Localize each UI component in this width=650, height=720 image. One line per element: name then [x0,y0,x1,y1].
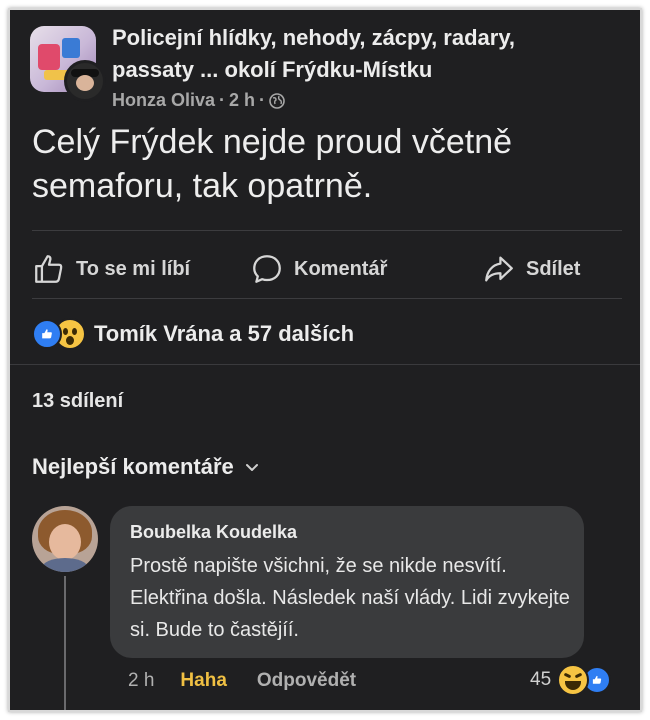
section-divider [10,364,640,365]
post-time[interactable]: 2 h [229,90,255,111]
divider [32,298,622,299]
comment-label: Komentář [294,257,388,280]
like-label: To se mi líbí [76,257,191,280]
author-name[interactable]: Honza Oliva [112,90,215,111]
post-text: Celý Frýdek nejde proud včetně semaforu,… [32,123,513,205]
comment-reaction-count: 45 [530,669,552,690]
comment-avatar[interactable] [32,506,98,572]
comment-actions: 2 h Haha Odpovědět [128,670,356,692]
globe-icon [269,92,285,109]
comment-author[interactable]: Boubelka Koudelka [130,522,297,543]
comment-reply-button[interactable]: Odpovědět [257,670,356,692]
haha-reaction-icon [557,664,590,696]
comments-sort-toggle[interactable]: Nejlepší komentáře [32,454,260,480]
meta-separator: · [219,90,226,110]
comments-sort-label: Nejlepší komentáře [32,454,234,479]
chevron-down-icon [245,464,258,471]
comment-reactions[interactable]: 45 [530,664,612,696]
comment-icon [253,255,281,283]
post-card: Policejní hlídky, nehody, zácpy, radary,… [8,8,642,712]
comment-time[interactable]: 2 h [128,670,154,692]
thread-line [64,576,66,710]
share-button[interactable]: Sdílet [482,240,580,298]
comment-text: Prostě napište všichni, že se nikde nesv… [130,555,570,641]
like-reaction-icon [32,319,62,349]
shares-count[interactable]: 13 sdílení [32,390,123,413]
group-name[interactable]: Policejní hlídky, nehody, zácpy, radary,… [112,22,592,86]
share-arrow-icon [485,256,513,282]
post-actions: To se mi líbí Komentář Sdílet [10,240,640,298]
author-avatar[interactable] [64,60,106,102]
comment-bubble: Boubelka Koudelka Prostě napište všichni… [110,506,584,658]
reactions-names: Tomík Vrána a 57 dalších [94,321,355,346]
meta-separator: · [259,90,266,110]
thumbs-up-icon [35,255,63,283]
like-button[interactable]: To se mi líbí [32,240,190,298]
share-label: Sdílet [526,257,581,280]
comment-reaction-button[interactable]: Haha [180,670,226,692]
comment-button[interactable]: Komentář [250,240,387,298]
divider [32,230,622,231]
reactions-summary[interactable]: Tomík Vrána a 57 dalších [32,318,354,350]
post-meta: Honza Oliva · 2 h · [112,90,285,111]
